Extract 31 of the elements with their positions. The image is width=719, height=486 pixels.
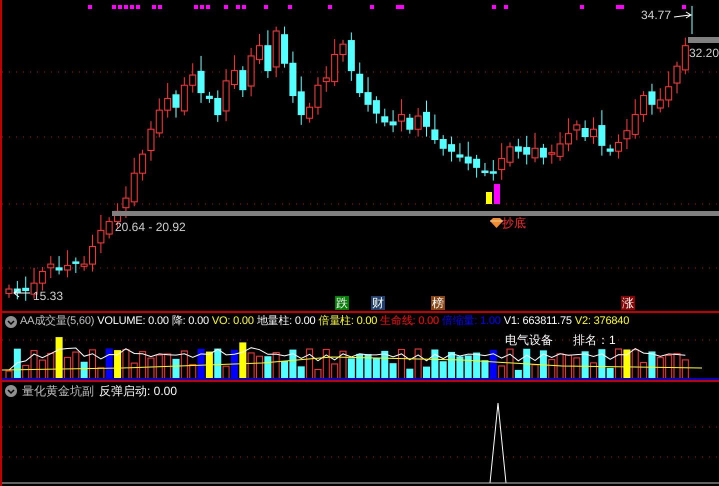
signal-badge: 涨: [621, 296, 635, 310]
pointer-arrow: [13, 288, 30, 298]
indicator-value: 降: 0.00: [172, 314, 209, 330]
indicator-value: V1: 663811.75: [504, 314, 572, 330]
signal-badge: 跌: [335, 296, 349, 310]
signal-bar: [494, 184, 500, 204]
signal-badge: 榜: [431, 296, 445, 310]
indicator-value: 生命线: 0.00: [380, 314, 439, 330]
price-level-bar: [688, 37, 719, 43]
indicator-value: AA成交量(5,60): [20, 314, 94, 330]
last-price-label: 32.20: [689, 45, 719, 62]
indicator-value: VOLUME: 0.00: [97, 314, 169, 330]
indicator-value: V2: 376840: [574, 314, 630, 330]
collapse-icon[interactable]: [5, 384, 17, 396]
indicator-value: 倍缩量: 1.00: [442, 314, 501, 330]
buy-signal-label: 抄底: [502, 215, 526, 232]
indicator-title: 量化黄金坑副: [22, 382, 94, 400]
indicator-value: VO: 0.00: [212, 314, 254, 330]
signal-badge: 财: [371, 296, 385, 310]
low-price-label: 15.33: [33, 288, 64, 305]
sector-rank: 排名：1: [573, 332, 616, 349]
signal-bar: [486, 192, 492, 204]
indicator-value: 倍量柱: 0.00: [318, 314, 378, 330]
indicator-value: 地量柱: 0.00: [256, 314, 316, 330]
indicator-value: 反弹启动: 0.00: [99, 382, 178, 400]
diamond-icon: [490, 218, 503, 228]
pointer-arrow: [674, 12, 692, 18]
collapse-icon[interactable]: [5, 316, 17, 328]
price-range-label: 20.64 - 20.92: [115, 219, 186, 236]
high-price-label: 34.77: [641, 7, 672, 24]
sector-name: 电气设备: [505, 332, 553, 349]
